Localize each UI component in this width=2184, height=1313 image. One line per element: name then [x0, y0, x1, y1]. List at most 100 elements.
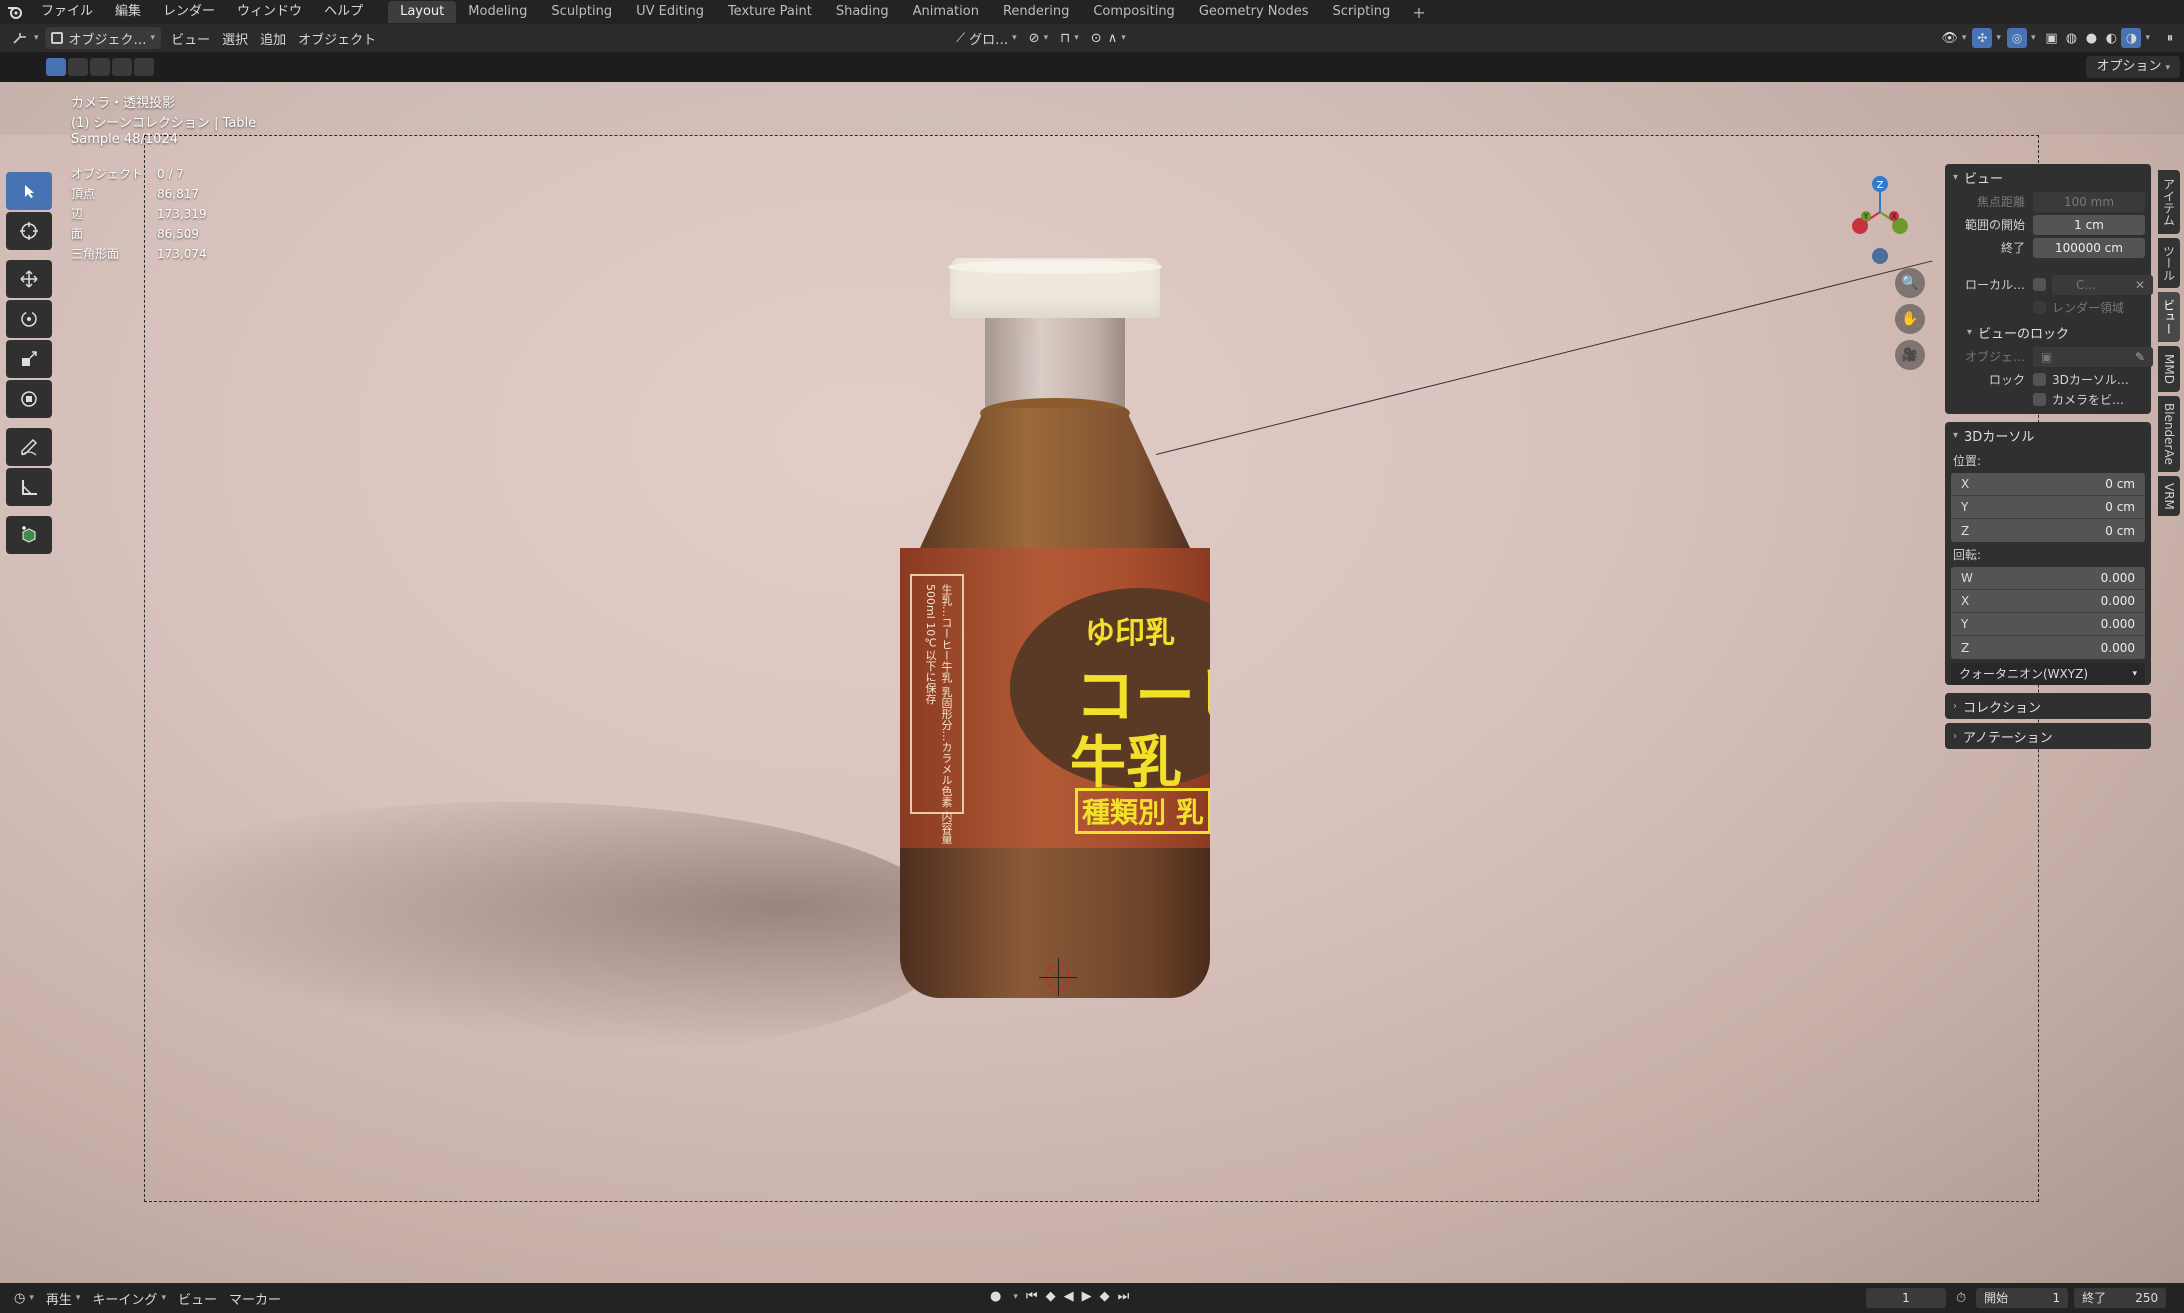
- cursor-rotation-x[interactable]: X 0.000: [1951, 590, 2145, 613]
- shading-wireframe-button[interactable]: ◍: [2061, 28, 2081, 48]
- select-intersect-button[interactable]: [134, 58, 154, 76]
- menu-select[interactable]: 選択: [216, 27, 254, 49]
- local-camera-checkbox[interactable]: [2033, 278, 2046, 291]
- shading-rendered-button[interactable]: ◑: [2121, 28, 2142, 48]
- cursor-location-y[interactable]: Y0 cm: [1951, 496, 2145, 519]
- menu-object[interactable]: オブジェクト: [292, 27, 382, 49]
- proportional-edit-toggle[interactable]: ⊙ ∧ ▾: [1085, 27, 1132, 49]
- menu-timeline-view[interactable]: ビュー: [172, 1287, 223, 1309]
- clip-end-field[interactable]: 100000 cm: [2033, 237, 2145, 258]
- add-workspace-button[interactable]: +: [1402, 3, 1435, 22]
- timeline-editor-type[interactable]: ◷ ▾: [8, 1287, 40, 1309]
- menu-edit[interactable]: 編集: [104, 0, 152, 24]
- tab-shading[interactable]: Shading: [824, 1, 901, 23]
- cursor-location-z[interactable]: Z0 cm: [1951, 519, 2145, 542]
- select-new-button[interactable]: [46, 58, 66, 76]
- menu-marker[interactable]: マーカー: [223, 1287, 287, 1309]
- tab-scripting[interactable]: Scripting: [1320, 1, 1402, 23]
- coffee-milk-bottle[interactable]: 生乳…コーヒー牛乳 乳固形分…カラメル色素 内容量500ml 10℃以下に保存 …: [900, 258, 1220, 1018]
- 3d-viewport[interactable]: 生乳…コーヒー牛乳 乳固形分…カラメル色素 内容量500ml 10℃以下に保存 …: [0, 82, 2184, 1283]
- menu-keying[interactable]: キーイング ▾: [86, 1287, 172, 1309]
- tool-select-box[interactable]: [6, 172, 52, 210]
- sidebar-toggle[interactable]: ⏸: [2160, 28, 2180, 48]
- cursor-rotation-y[interactable]: Y 0.000: [1951, 613, 2145, 636]
- gizmo-toggle[interactable]: ✣: [1972, 28, 1993, 48]
- tab-view[interactable]: ビュー: [2158, 292, 2180, 342]
- tool-cursor[interactable]: [6, 212, 52, 250]
- rotation-mode-select[interactable]: クォータニオン(WXYZ) ▾: [1951, 663, 2145, 685]
- options-dropdown[interactable]: オプション ▾: [2086, 56, 2180, 78]
- 3d-cursor[interactable]: [1039, 958, 1077, 996]
- view-lock-header[interactable]: ▾ ビューのロック: [1945, 319, 2151, 345]
- cursor-rotation-w[interactable]: W 0.000: [1951, 567, 2145, 590]
- clear-x-icon[interactable]: ✕: [2135, 278, 2145, 292]
- cursor-location-x[interactable]: X0 cm: [1951, 473, 2145, 496]
- end-frame-field[interactable]: 終了 250: [2074, 1288, 2167, 1308]
- play-reverse-icon[interactable]: ◀: [1064, 1289, 1074, 1304]
- select-invert-button[interactable]: [112, 58, 132, 76]
- jump-start-icon[interactable]: ⏮: [1026, 1289, 1038, 1304]
- eyedropper-icon[interactable]: ✎: [2135, 350, 2145, 364]
- tab-animation[interactable]: Animation: [901, 1, 991, 23]
- stopwatch-icon[interactable]: ⏱: [1956, 1291, 1966, 1306]
- tab-mmd[interactable]: MMD: [2158, 346, 2180, 392]
- tool-measure[interactable]: [6, 468, 52, 506]
- menu-add[interactable]: 追加: [254, 27, 292, 49]
- overlay-toggle[interactable]: ◎: [2006, 28, 2027, 48]
- current-frame-field[interactable]: 1: [1866, 1288, 1946, 1308]
- tab-blenderae[interactable]: BlenderAe: [2158, 396, 2180, 472]
- panel-3d-cursor-header[interactable]: ▾ 3Dカーソル: [1945, 422, 2151, 448]
- menu-file[interactable]: ファイル: [30, 0, 104, 24]
- panel-annotation-header[interactable]: › アノテーション: [1945, 723, 2151, 749]
- play-icon[interactable]: ▶: [1082, 1289, 1092, 1304]
- visibility-select[interactable]: 👁 ▾: [1935, 27, 1972, 49]
- panel-view-header[interactable]: ▾ ビュー: [1945, 164, 2151, 190]
- tool-annotate[interactable]: [6, 428, 52, 466]
- pan-button[interactable]: ✋: [1895, 304, 1925, 334]
- menu-window[interactable]: ウィンドウ: [226, 0, 313, 24]
- next-keyframe-icon[interactable]: ◆: [1100, 1289, 1110, 1304]
- tool-scale[interactable]: [6, 340, 52, 378]
- tab-sculpting[interactable]: Sculpting: [539, 1, 624, 23]
- prev-keyframe-icon[interactable]: ◆: [1046, 1289, 1056, 1304]
- camera-view-button[interactable]: 🎥: [1895, 340, 1925, 370]
- jump-end-icon[interactable]: ⏭: [1118, 1289, 1130, 1304]
- select-extend-button[interactable]: [68, 58, 88, 76]
- cursor-rotation-z[interactable]: Z 0.000: [1951, 636, 2145, 659]
- tool-transform[interactable]: [6, 380, 52, 418]
- navigation-gizmo[interactable]: Z Y X: [1840, 172, 1920, 282]
- transform-orientation-select[interactable]: ⟋ グロ… ▾: [950, 27, 1023, 49]
- shading-solid-button[interactable]: ●: [2081, 28, 2101, 48]
- tab-modeling[interactable]: Modeling: [456, 1, 539, 23]
- xray-toggle[interactable]: ▣: [2041, 28, 2061, 48]
- menu-render[interactable]: レンダー: [152, 0, 226, 24]
- zoom-button[interactable]: 🔍: [1895, 268, 1925, 298]
- snap-toggle[interactable]: ⊓ ▾: [1054, 27, 1085, 49]
- tab-texture-paint[interactable]: Texture Paint: [716, 1, 824, 23]
- clip-start-field[interactable]: 1 cm: [2033, 214, 2145, 235]
- render-region-checkbox[interactable]: [2033, 301, 2046, 314]
- tab-rendering[interactable]: Rendering: [991, 1, 1081, 23]
- menu-playback[interactable]: 再生 ▾: [40, 1287, 87, 1309]
- tool-add-cube[interactable]: [6, 516, 52, 554]
- tab-uv-editing[interactable]: UV Editing: [624, 1, 716, 23]
- shading-material-button[interactable]: ◐: [2101, 28, 2121, 48]
- tab-compositing[interactable]: Compositing: [1081, 1, 1187, 23]
- record-icon[interactable]: ●: [990, 1289, 1001, 1304]
- menu-help[interactable]: ヘルプ: [313, 0, 374, 24]
- tool-rotate[interactable]: [6, 300, 52, 338]
- menu-view[interactable]: ビュー: [165, 27, 216, 49]
- mode-select[interactable]: オブジェク… ▾: [44, 27, 162, 49]
- focal-length-field[interactable]: 100 mm: [2033, 191, 2145, 212]
- pivot-select[interactable]: ⊘ ▾: [1023, 27, 1054, 49]
- tool-move[interactable]: [6, 260, 52, 298]
- tab-tool[interactable]: ツール: [2158, 238, 2180, 288]
- tab-geometry-nodes[interactable]: Geometry Nodes: [1187, 1, 1321, 23]
- tab-layout[interactable]: Layout: [388, 1, 457, 23]
- lock-camera-checkbox[interactable]: [2033, 393, 2046, 406]
- editor-type-button[interactable]: ▾: [6, 27, 45, 49]
- tab-item[interactable]: アイテム: [2158, 170, 2180, 234]
- start-frame-field[interactable]: 開始 1: [1976, 1288, 2069, 1308]
- tab-vrm[interactable]: VRM: [2158, 476, 2180, 516]
- blender-logo-icon[interactable]: [0, 0, 30, 24]
